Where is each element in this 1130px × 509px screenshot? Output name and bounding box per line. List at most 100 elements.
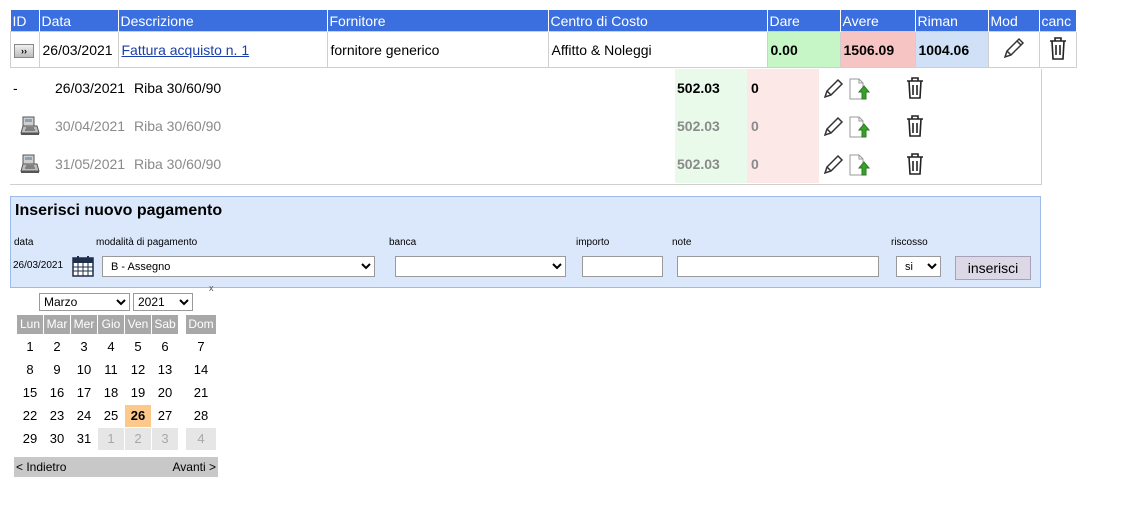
col-avere: Avere bbox=[840, 10, 916, 32]
next-month-link[interactable]: Avanti > bbox=[173, 457, 216, 477]
cash-register-icon bbox=[20, 154, 40, 173]
col-centro-costo: Centro di Costo bbox=[548, 10, 768, 32]
payment-desc: Riba 30/60/90 bbox=[134, 80, 222, 96]
trash-icon[interactable] bbox=[905, 152, 925, 176]
note-input[interactable] bbox=[677, 256, 879, 277]
payment-row: 30/04/2021 Riba 30/60/90 502.03 0 bbox=[10, 107, 1041, 145]
upload-document-icon[interactable] bbox=[848, 115, 870, 139]
calendar-day[interactable]: 2 bbox=[125, 428, 151, 450]
col-descrizione: Descrizione bbox=[118, 10, 328, 32]
modalita-select[interactable]: B - Assegno bbox=[102, 256, 375, 277]
weekday-header: Dom bbox=[186, 315, 216, 334]
cell-avere: 1506.09 bbox=[839, 31, 916, 68]
payment-date: 26/03/2021 bbox=[55, 80, 126, 96]
payment-dare: 502.03 bbox=[677, 156, 720, 172]
trash-icon[interactable] bbox=[1047, 35, 1069, 61]
calendar-day[interactable]: 10 bbox=[71, 359, 97, 381]
calendar-day[interactable]: 2 bbox=[44, 336, 70, 358]
payment-avere: 0 bbox=[751, 156, 759, 172]
payment-row: 31/05/2021 Riba 30/60/90 502.03 0 bbox=[10, 145, 1041, 183]
weekday-header: Mer bbox=[71, 315, 97, 334]
col-dare: Dare bbox=[767, 10, 841, 32]
prev-month-link[interactable]: < Indietro bbox=[16, 457, 66, 477]
edit-pencil-icon[interactable] bbox=[1001, 35, 1027, 61]
col-id: ID bbox=[10, 10, 40, 32]
insert-button[interactable]: inserisci bbox=[955, 256, 1031, 280]
table-row: ›› 26/03/2021 Fattura acquisto n. 1 forn… bbox=[10, 31, 1077, 68]
expand-button[interactable]: ›› bbox=[14, 44, 34, 58]
calendar-day[interactable]: 22 bbox=[17, 405, 43, 427]
riscosso-select[interactable]: si bbox=[896, 256, 941, 277]
calendar-day[interactable]: 14 bbox=[186, 359, 216, 381]
calendar-icon[interactable] bbox=[72, 255, 94, 277]
calendar-day[interactable]: 13 bbox=[152, 359, 178, 381]
cell-data: 26/03/2021 bbox=[38, 31, 119, 68]
calendar-day[interactable]: 21 bbox=[186, 382, 216, 404]
upload-document-icon[interactable] bbox=[848, 77, 870, 101]
importo-input[interactable] bbox=[582, 256, 663, 277]
banca-select[interactable] bbox=[395, 256, 566, 277]
calendar-day[interactable]: 27 bbox=[152, 405, 178, 427]
calendar-day[interactable]: 4 bbox=[186, 428, 216, 450]
calendar-day[interactable]: 28 bbox=[186, 405, 216, 427]
payment-row: - 26/03/2021 Riba 30/60/90 502.03 0 bbox=[10, 69, 1041, 107]
edit-pencil-icon[interactable] bbox=[822, 76, 846, 100]
calendar-day[interactable]: 20 bbox=[152, 382, 178, 404]
label-modalita: modalità di pagamento bbox=[96, 237, 198, 248]
payment-desc: Riba 30/60/90 bbox=[134, 156, 222, 172]
new-payment-form: Inserisci nuovo pagamento data modalità … bbox=[10, 196, 1041, 293]
calendar-day[interactable]: 7 bbox=[186, 336, 216, 358]
payment-dare: 502.03 bbox=[677, 118, 720, 134]
calendar-day[interactable]: 24 bbox=[71, 405, 97, 427]
payment-desc: Riba 30/60/90 bbox=[134, 118, 222, 134]
calendar-day[interactable]: 23 bbox=[44, 405, 70, 427]
calendar-day[interactable]: 26 bbox=[125, 405, 151, 427]
calendar-day[interactable]: 9 bbox=[44, 359, 70, 381]
calendar-day[interactable]: 6 bbox=[152, 336, 178, 358]
calendar-day[interactable]: 25 bbox=[98, 405, 124, 427]
label-note: note bbox=[672, 237, 692, 248]
row-marker: - bbox=[13, 80, 18, 96]
calendar-day[interactable]: 1 bbox=[98, 428, 124, 450]
invoice-link[interactable]: Fattura acquisto n. 1 bbox=[122, 42, 250, 58]
calendar-day[interactable]: 18 bbox=[98, 382, 124, 404]
cell-centro-costo: Affitto & Noleggi bbox=[547, 31, 768, 68]
month-select[interactable]: Marzo bbox=[39, 293, 130, 311]
calendar-day[interactable]: 15 bbox=[17, 382, 43, 404]
calendar-nav: < Indietro Avanti > bbox=[14, 457, 218, 477]
calendar-day[interactable]: 12 bbox=[125, 359, 151, 381]
calendar-day[interactable]: 29 bbox=[17, 428, 43, 450]
calendar-day[interactable]: 4 bbox=[98, 336, 124, 358]
edit-pencil-icon[interactable] bbox=[822, 114, 846, 138]
calendar-day[interactable]: 5 bbox=[125, 336, 151, 358]
calendar-close-mark[interactable]: x bbox=[209, 283, 214, 293]
payments-list: - 26/03/2021 Riba 30/60/90 502.03 0 30/04/202… bbox=[10, 69, 1042, 185]
cash-register-icon bbox=[20, 116, 40, 135]
weekday-header: Sab bbox=[152, 315, 178, 334]
payment-date: 31/05/2021 bbox=[55, 156, 126, 172]
label-riscosso: riscosso bbox=[891, 237, 928, 248]
calendar-day[interactable]: 8 bbox=[17, 359, 43, 381]
calendar-day[interactable]: 11 bbox=[98, 359, 124, 381]
calendar-day[interactable]: 30 bbox=[44, 428, 70, 450]
edit-pencil-icon[interactable] bbox=[822, 152, 846, 176]
date-value: 26/03/2021 bbox=[13, 260, 64, 271]
calendar-day[interactable]: 3 bbox=[152, 428, 178, 450]
cell-id: ›› bbox=[10, 31, 40, 68]
trash-icon[interactable] bbox=[905, 114, 925, 138]
year-select[interactable]: 2021 bbox=[133, 293, 193, 311]
calendar-day[interactable]: 1 bbox=[17, 336, 43, 358]
cell-dare: 0.00 bbox=[766, 31, 841, 68]
weekday-header: Lun bbox=[17, 315, 43, 334]
calendar-day[interactable]: 16 bbox=[44, 382, 70, 404]
calendar-day[interactable]: 17 bbox=[71, 382, 97, 404]
label-data: data bbox=[14, 237, 34, 248]
upload-document-icon[interactable] bbox=[848, 153, 870, 177]
payment-date: 30/04/2021 bbox=[55, 118, 126, 134]
trash-icon[interactable] bbox=[905, 76, 925, 100]
calendar-day[interactable]: 19 bbox=[125, 382, 151, 404]
calendar-day[interactable]: 3 bbox=[71, 336, 97, 358]
calendar-day[interactable]: 31 bbox=[71, 428, 97, 450]
cell-riman: 1004.06 bbox=[914, 31, 989, 68]
payment-dare: 502.03 bbox=[677, 80, 720, 96]
